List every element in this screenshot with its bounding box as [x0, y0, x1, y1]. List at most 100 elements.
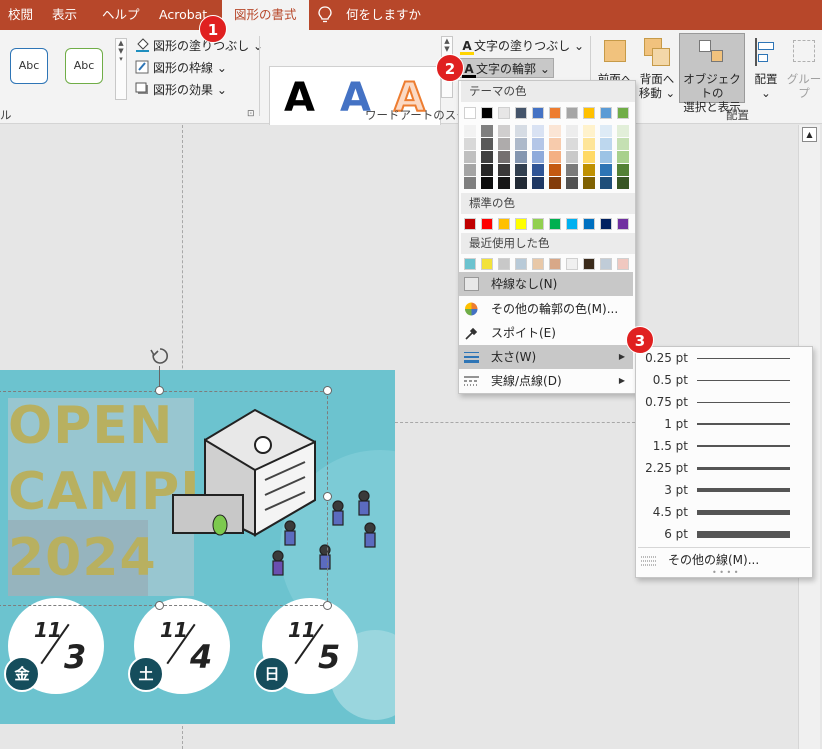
theme-color-shade[interactable] [498, 177, 510, 189]
theme-color-swatch[interactable] [566, 107, 578, 119]
theme-color-shade[interactable] [583, 177, 595, 189]
text-outline-button[interactable]: A 文字の輪郭 ⌄ [458, 58, 554, 78]
theme-color-shade[interactable] [566, 164, 578, 176]
shape-outline-button[interactable]: 図形の枠線 ⌄ [135, 58, 227, 78]
theme-color-shade[interactable] [498, 138, 510, 150]
wordart-style-black[interactable]: A [284, 75, 315, 121]
recent-color-swatch[interactable] [583, 258, 595, 270]
recent-color-swatch[interactable] [515, 258, 527, 270]
rotate-handle-icon[interactable] [150, 346, 170, 366]
theme-color-shade[interactable] [464, 177, 476, 189]
theme-color-shade[interactable] [617, 125, 629, 137]
theme-color-swatch[interactable] [532, 107, 544, 119]
line-weight-option[interactable]: 4.5 pt [636, 501, 812, 523]
line-weight-option[interactable]: 2.25 pt [636, 457, 812, 479]
dashes-item[interactable]: 実線/点線(D) ▶ [459, 369, 633, 393]
recent-color-swatch[interactable] [549, 258, 561, 270]
tell-me-search[interactable]: 何をしますか [346, 0, 421, 30]
tab-view[interactable]: 表示 [52, 0, 77, 30]
theme-color-shade[interactable] [515, 125, 527, 137]
standard-color-swatch[interactable] [600, 218, 612, 230]
theme-color-shade[interactable] [464, 151, 476, 163]
theme-color-swatch[interactable] [549, 107, 561, 119]
theme-color-shade[interactable] [600, 177, 612, 189]
shape-style-green[interactable]: Abc [65, 48, 103, 84]
selection-pane-button[interactable]: オブジェクトの 選択と表示 [679, 33, 745, 114]
theme-color-shade[interactable] [515, 138, 527, 150]
recent-color-swatch[interactable] [617, 258, 629, 270]
theme-color-shade[interactable] [464, 125, 476, 137]
theme-color-shade[interactable] [566, 177, 578, 189]
theme-color-swatch[interactable] [600, 107, 612, 119]
theme-color-shade[interactable] [583, 138, 595, 150]
theme-color-shade[interactable] [532, 125, 544, 137]
theme-color-swatch[interactable] [617, 107, 629, 119]
theme-color-shade[interactable] [498, 151, 510, 163]
line-weight-option[interactable]: 0.25 pt [636, 347, 812, 369]
line-weight-option[interactable]: 1.5 pt [636, 435, 812, 457]
theme-color-shade[interactable] [532, 151, 544, 163]
line-weight-option[interactable]: 0.75 pt [636, 391, 812, 413]
no-outline-item[interactable]: 枠線なし(N) [459, 272, 633, 296]
theme-color-shade[interactable] [532, 177, 544, 189]
recent-color-swatch[interactable] [600, 258, 612, 270]
theme-color-shade[interactable] [464, 138, 476, 150]
theme-color-shade[interactable] [600, 151, 612, 163]
resize-handle-top[interactable] [155, 386, 164, 395]
theme-color-shade[interactable] [583, 125, 595, 137]
standard-color-swatch[interactable] [481, 218, 493, 230]
theme-color-shade[interactable] [481, 177, 493, 189]
weight-item[interactable]: 太さ(W) ▶ [459, 345, 633, 369]
theme-color-shade[interactable] [481, 125, 493, 137]
line-weight-option[interactable]: 1 pt [636, 413, 812, 435]
theme-color-swatch[interactable] [481, 107, 493, 119]
theme-color-shade[interactable] [515, 164, 527, 176]
tab-help[interactable]: ヘルプ [102, 0, 140, 30]
standard-color-swatch[interactable] [617, 218, 629, 230]
standard-color-swatch[interactable] [583, 218, 595, 230]
align-button[interactable]: 配置 ⌄ [749, 38, 783, 100]
dialog-launcher-icon[interactable]: ⊡ [247, 109, 255, 119]
theme-color-shade[interactable] [617, 151, 629, 163]
theme-color-shade[interactable] [481, 151, 493, 163]
theme-color-shade[interactable] [498, 164, 510, 176]
theme-color-shade[interactable] [481, 164, 493, 176]
theme-color-shade[interactable] [617, 138, 629, 150]
theme-color-shade[interactable] [566, 138, 578, 150]
theme-color-shade[interactable] [549, 125, 561, 137]
tab-review[interactable]: 校閲 [8, 0, 33, 30]
standard-color-swatch[interactable] [498, 218, 510, 230]
shape-style-blue[interactable]: Abc [10, 48, 48, 84]
standard-color-swatch[interactable] [566, 218, 578, 230]
theme-color-shade[interactable] [617, 177, 629, 189]
theme-color-shade[interactable] [532, 138, 544, 150]
resize-grip-icon[interactable]: • • • • [712, 568, 739, 577]
theme-color-shade[interactable] [549, 164, 561, 176]
theme-color-shade[interactable] [549, 138, 561, 150]
theme-color-shade[interactable] [600, 164, 612, 176]
theme-color-swatch[interactable] [515, 107, 527, 119]
resize-handle-top-right[interactable] [323, 386, 332, 395]
send-backward-button[interactable]: 背面へ 移動 ⌄ [637, 38, 677, 100]
theme-color-shade[interactable] [617, 164, 629, 176]
resize-handle-right[interactable] [323, 492, 332, 501]
theme-color-shade[interactable] [532, 164, 544, 176]
standard-color-swatch[interactable] [515, 218, 527, 230]
scroll-up-arrow-icon[interactable]: ▲ [802, 127, 817, 142]
theme-color-shade[interactable] [566, 151, 578, 163]
recent-color-swatch[interactable] [566, 258, 578, 270]
theme-color-shade[interactable] [583, 151, 595, 163]
theme-color-shade[interactable] [566, 125, 578, 137]
shape-style-gallery-scroll[interactable]: ▲ ▼ ▾ [115, 38, 127, 100]
resize-handle-bottom[interactable] [155, 601, 164, 610]
theme-color-shade[interactable] [464, 164, 476, 176]
theme-color-shade[interactable] [549, 177, 561, 189]
theme-color-swatch[interactable] [583, 107, 595, 119]
more-outline-colors-item[interactable]: その他の輪郭の色(M)... [459, 297, 633, 321]
group-button[interactable]: グループ [786, 38, 822, 100]
recent-color-swatch[interactable] [532, 258, 544, 270]
line-weight-option[interactable]: 6 pt [636, 523, 812, 545]
shape-fill-button[interactable]: 図形の塗りつぶし ⌄ [135, 36, 263, 56]
theme-color-shade[interactable] [600, 125, 612, 137]
eyedropper-item[interactable]: スポイト(E) [459, 321, 633, 345]
